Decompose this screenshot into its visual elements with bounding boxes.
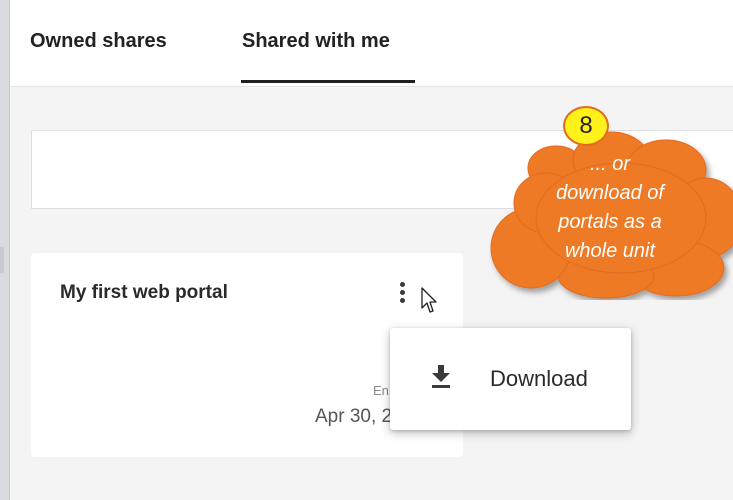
portal-card-title: My first web portal <box>60 282 228 303</box>
callout-line: ... or <box>589 153 630 175</box>
context-menu: Download <box>390 328 631 430</box>
active-tab-indicator <box>241 80 415 83</box>
callout-line: portals as a <box>558 211 662 233</box>
callout-line: download of <box>556 182 664 204</box>
download-icon <box>432 365 450 388</box>
kebab-menu-icon[interactable] <box>397 282 407 308</box>
left-edge-marker <box>0 247 4 273</box>
app-frame: Owned shares Shared with me My first web… <box>10 0 733 500</box>
step-number-badge: 8 <box>563 106 609 146</box>
tab-owned-shares[interactable]: Owned shares <box>30 30 167 53</box>
tab-bar: Owned shares Shared with me <box>10 0 733 87</box>
tab-shared-with-me[interactable]: Shared with me <box>242 30 390 53</box>
mouse-cursor-icon <box>421 287 437 313</box>
callout-line: whole unit <box>564 240 656 262</box>
portal-card-date: Apr 30, 2 <box>315 406 393 427</box>
callout-text: ... or download of portals as a whole un… <box>520 150 700 266</box>
download-menu-item[interactable]: Download <box>490 366 588 392</box>
